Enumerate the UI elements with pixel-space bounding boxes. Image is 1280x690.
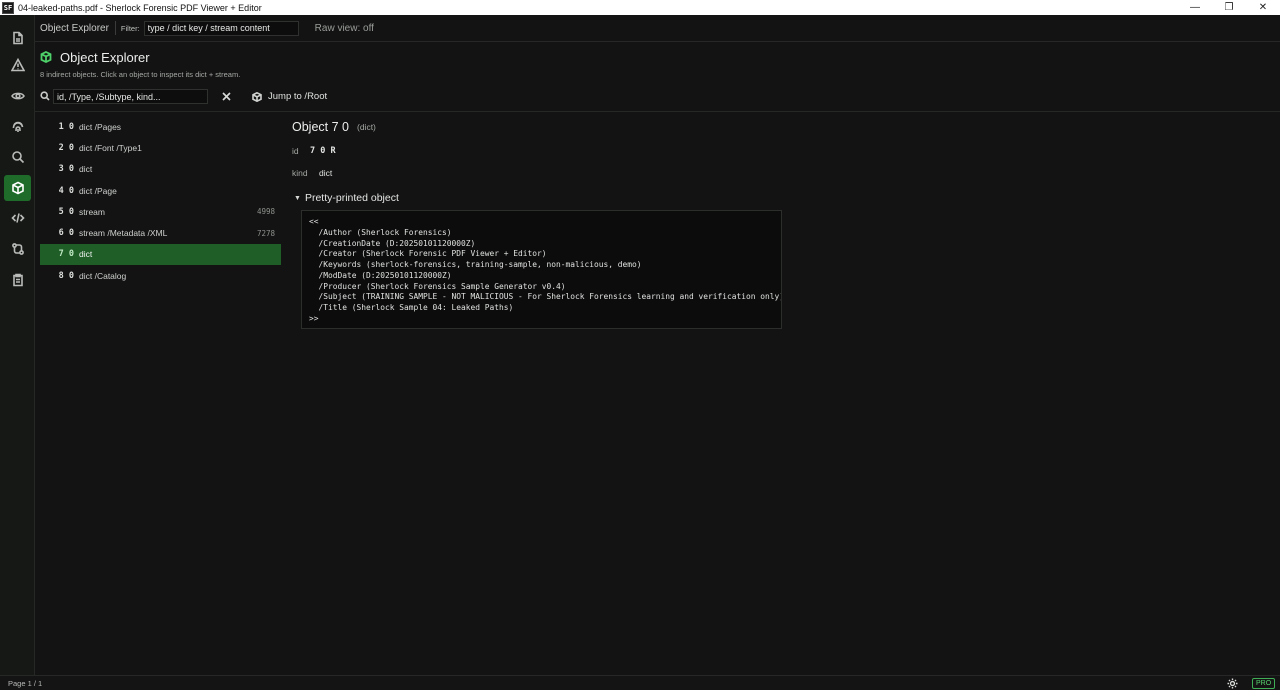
id-field-value: 7 0 R — [310, 146, 336, 156]
window-titlebar: SF 04-leaked-paths.pdf - Sherlock Forens… — [0, 0, 1280, 15]
window-controls: — ❐ ✕ — [1178, 0, 1280, 15]
page-subtitle: 8 indirect objects. Click an object to i… — [40, 70, 241, 79]
object-row-selected[interactable]: 7 0 dict — [40, 243, 281, 266]
header-divider — [35, 111, 1280, 112]
object-kind: dict /Catalog — [79, 270, 127, 281]
top-toolbar: Object Explorer Filter: Raw view: off — [35, 15, 1280, 42]
raw-view-toggle[interactable]: Raw view: off — [315, 23, 374, 34]
jump-to-root-button[interactable]: Jump to /Root — [252, 89, 327, 104]
object-row[interactable]: 6 0 stream /Metadata /XML 7278 — [40, 222, 281, 243]
rail-fingerprint-icon[interactable] — [4, 114, 31, 140]
filter-input[interactable] — [143, 20, 299, 36]
object-id: 6 0 — [58, 228, 74, 239]
clear-search-button[interactable] — [219, 89, 233, 104]
rail-document-icon[interactable] — [4, 25, 31, 51]
object-size: 4998 — [256, 207, 275, 217]
rail-code-icon[interactable] — [4, 205, 31, 231]
kind-field-label: kind — [292, 168, 308, 178]
window-title: 04-leaked-paths.pdf - Sherlock Forensic … — [18, 2, 262, 13]
toolbar-title: Object Explorer — [40, 22, 109, 34]
pretty-printed-section-label: Pretty-printed object — [304, 192, 399, 204]
left-rail — [0, 15, 35, 675]
status-bar: Page 1 / 1 PRO — [0, 675, 1280, 690]
id-field-label: id — [292, 146, 299, 156]
object-id: 7 0 — [58, 249, 74, 260]
maximize-button[interactable]: ❐ — [1212, 0, 1246, 15]
object-row[interactable]: 4 0 dict /Page — [40, 180, 281, 201]
toolbar-separator — [114, 21, 116, 35]
object-explorer-cube-icon — [40, 50, 52, 64]
jump-to-root-label: Jump to /Root — [268, 91, 328, 102]
object-id: 4 0 — [58, 185, 74, 196]
object-row[interactable]: 8 0 dict /Catalog — [40, 265, 281, 286]
kind-field-value: dict — [319, 168, 333, 178]
object-kind: dict — [79, 164, 93, 175]
page-indicator: Page 1 / 1 — [8, 678, 43, 688]
filter-label: Filter: — [120, 23, 140, 33]
rail-cube-icon[interactable] — [4, 175, 31, 201]
object-row[interactable]: 1 0 dict /Pages — [40, 116, 281, 137]
theme-sun-icon[interactable] — [1227, 678, 1238, 689]
minimize-button[interactable]: — — [1178, 0, 1212, 15]
object-id: 8 0 — [58, 270, 74, 281]
page-title: Object Explorer — [60, 50, 150, 65]
object-row[interactable]: 2 0 dict /Font /Type1 — [40, 137, 281, 158]
object-id: 1 0 — [58, 121, 74, 132]
object-id: 5 0 — [58, 206, 74, 217]
rail-clipboard-icon[interactable] — [4, 267, 31, 293]
cube-icon — [252, 91, 262, 102]
rail-git-compare-icon[interactable] — [4, 236, 31, 262]
pro-badge: PRO — [1252, 678, 1276, 689]
object-detail-title: Object 7 0 — [292, 120, 349, 134]
object-row[interactable]: 3 0 dict — [40, 159, 281, 180]
object-id: 3 0 — [58, 164, 74, 175]
object-kind: dict — [79, 249, 93, 260]
object-kind: dict /Pages — [79, 121, 122, 132]
object-kind: stream /Metadata /XML — [79, 228, 168, 239]
rail-warning-icon[interactable] — [4, 52, 31, 78]
search-icon — [40, 91, 51, 102]
pretty-printed-section-toggle[interactable]: ▼ Pretty-printed object — [294, 192, 399, 204]
rail-eye-icon[interactable] — [4, 83, 31, 109]
object-id: 2 0 — [58, 142, 74, 153]
object-search-input[interactable] — [53, 89, 208, 104]
object-kind: dict /Page — [79, 185, 117, 196]
object-kind: stream — [79, 206, 105, 217]
caret-down-icon: ▼ — [294, 194, 301, 202]
close-button[interactable]: ✕ — [1246, 0, 1280, 15]
pretty-printed-code-box: << /Author (Sherlock Forensics) /Creatio… — [301, 210, 782, 329]
rail-search-icon[interactable] — [4, 144, 31, 170]
close-icon — [221, 92, 231, 101]
object-list: 1 0 dict /Pages 2 0 dict /Font /Type1 3 … — [40, 116, 281, 286]
object-size: 7278 — [256, 228, 275, 238]
app-icon: SF — [2, 1, 14, 14]
object-row[interactable]: 5 0 stream 4998 — [40, 201, 281, 222]
object-kind: dict /Font /Type1 — [79, 142, 142, 153]
object-detail-kind-tag: (dict) — [357, 122, 376, 132]
